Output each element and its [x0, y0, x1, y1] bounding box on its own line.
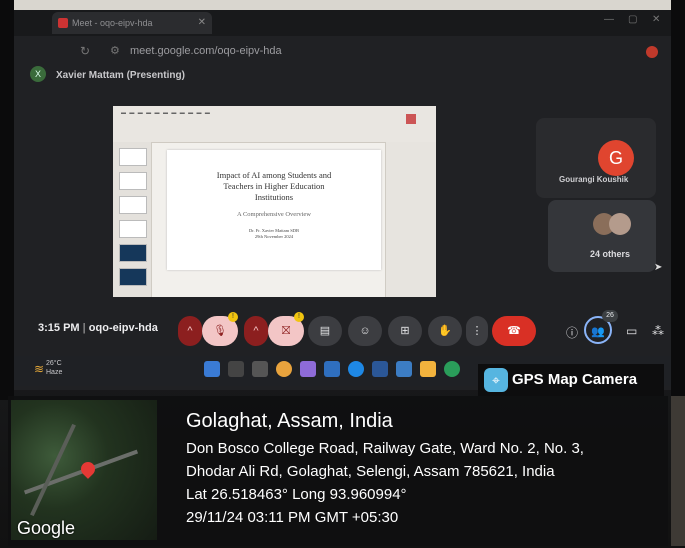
address-bar: ↻ ⚙ meet.google.com/oqo-eipv-hda [14, 36, 671, 70]
map-pin-icon: ⌖ [484, 368, 508, 392]
design-pane [385, 142, 436, 297]
map-thumbnail: Google [11, 400, 157, 540]
video-options-button[interactable]: ^ [244, 316, 268, 346]
slide-author-block: Dr. Fr. Xavier Mattam SDB 29th November … [167, 228, 381, 240]
others-count: 24 others [590, 249, 631, 259]
window-close-icon[interactable]: ✕ [652, 14, 660, 25]
others-avatars [593, 213, 633, 237]
mouse-cursor-icon: ➤ [654, 262, 663, 273]
location-title: Golaghat, Assam, India [186, 410, 393, 432]
copilot-icon[interactable] [300, 361, 316, 377]
avatar [609, 213, 631, 235]
more-options-button[interactable]: ⋮ [466, 316, 488, 346]
weather-widget[interactable]: 26°C Haze [46, 359, 62, 377]
coordinates: Lat 26.518463° Long 93.960994° [186, 486, 407, 503]
start-icon[interactable] [204, 361, 220, 377]
map-road [30, 423, 76, 517]
camera-warning-badge: ! [294, 312, 304, 322]
slide-thumbnail [119, 196, 147, 214]
meeting-time-code: 3:15 PM | oqo-eipv-hda [38, 322, 158, 334]
url-field[interactable]: meet.google.com/oqo-eipv-hda [130, 45, 282, 57]
participant-avatar: G [598, 140, 634, 176]
shared-screen: ▬ ▬ ▬ ▬ ▬ ▬ ▬ ▬ ▬ ▬ ▬ Impact of AI among… [113, 106, 436, 297]
map-attribution: Google [17, 518, 76, 538]
chat-icon[interactable]: ▭ [626, 324, 637, 338]
slide-thumbnail [119, 268, 147, 286]
datetime-stamp: 29/11/24 03:11 PM GMT +05:30 [186, 509, 399, 526]
presenter-avatar: X [30, 66, 46, 82]
emoji-button[interactable]: ☺ [348, 316, 382, 346]
weather-condition: Haze [46, 369, 63, 376]
address-line-2: Dhodar Ali Rd, Golaghat, Selengi, Assam … [186, 463, 555, 480]
laptop-bezel-left [0, 0, 14, 400]
profile-avatar[interactable] [646, 46, 658, 58]
file-explorer-icon[interactable] [420, 361, 436, 377]
mic-warning-badge: ! [228, 312, 238, 322]
laptop-bezel-right [671, 0, 685, 400]
photo: Meet - oqo-eipv-hda ✕ — ▢ ✕ ↻ ⚙ meet.goo… [0, 0, 685, 548]
task-view-icon[interactable] [252, 361, 268, 377]
info-icon[interactable]: ⓘ [566, 324, 578, 341]
app-icon[interactable] [444, 361, 460, 377]
leave-call-button[interactable]: ☎ [492, 316, 536, 346]
tab-title: Meet - oqo-eipv-hda [72, 18, 153, 28]
app-icon[interactable] [324, 361, 340, 377]
browser-tab[interactable]: Meet - oqo-eipv-hda ✕ [52, 12, 212, 34]
audio-options-button[interactable]: ^ [178, 316, 202, 346]
slide-thumbnail [119, 220, 147, 238]
meet-favicon-icon [58, 18, 68, 28]
captions-button[interactable]: ▤ [308, 316, 342, 346]
close-icon[interactable]: ✕ [198, 12, 206, 34]
gps-app-name: GPS Map Camera [512, 371, 638, 388]
slide-title: Impact of AI among Students and Teachers… [216, 170, 332, 202]
meeting-time: 3:15 PM [38, 322, 80, 334]
raise-hand-button[interactable]: ✋ [428, 316, 462, 346]
activities-icon[interactable]: ⁂ [652, 324, 664, 338]
slide-subtitle: A Comprehensive Overview [236, 211, 311, 218]
haze-icon: ≋ [34, 362, 45, 376]
meet-control-bar: 3:15 PM | oqo-eipv-hda ^ 🎙 ! ^ ⛝ ! ▤ ☺ ⊞… [14, 310, 671, 354]
slide-thumbnail [119, 172, 147, 190]
edge-icon[interactable] [348, 361, 364, 377]
laptop-bezel-top [0, 0, 685, 10]
current-slide: Impact of AI among Students and Teachers… [167, 150, 381, 270]
meeting-code: oqo-eipv-hda [88, 322, 158, 334]
slide-thumbnails [113, 142, 152, 297]
refresh-icon[interactable]: ↻ [80, 44, 90, 58]
address-line-1: Don Bosco College Road, Railway Gate, Wa… [186, 440, 584, 457]
chrome-icon[interactable] [276, 361, 292, 377]
powerpoint-ribbon: ▬ ▬ ▬ ▬ ▬ ▬ ▬ ▬ ▬ ▬ ▬ [113, 106, 436, 143]
search-icon[interactable] [228, 361, 244, 377]
participant-name: Gourangi Koushik [559, 175, 629, 184]
presenter-label: Xavier Mattam (Presenting) [56, 70, 185, 81]
background-surface [671, 396, 685, 546]
participant-tile [536, 118, 656, 198]
gps-app-badge: ⌖ GPS Map Camera [478, 364, 664, 396]
temperature: 26°C [46, 360, 62, 367]
camera-app-icon[interactable] [396, 361, 412, 377]
maximize-icon[interactable]: ▢ [628, 14, 637, 25]
site-info-icon[interactable]: ⚙ [110, 44, 120, 57]
present-button[interactable]: ⊞ [388, 316, 422, 346]
record-icon [406, 114, 416, 124]
minimize-icon[interactable]: — [604, 14, 614, 25]
slide-thumbnail [119, 244, 147, 262]
location-overlay: Google Golaghat, Assam, India Don Bosco … [8, 396, 668, 546]
ribbon-tabs-icon: ▬ ▬ ▬ ▬ ▬ ▬ ▬ ▬ ▬ ▬ ▬ [121, 110, 211, 116]
location-pin-icon [78, 459, 98, 479]
app-icon[interactable] [372, 361, 388, 377]
people-count-badge: 26 [602, 310, 618, 322]
slide-thumbnail [119, 148, 147, 166]
browser-tab-bar: Meet - oqo-eipv-hda ✕ — ▢ ✕ [14, 10, 671, 36]
slide-date: 29th November 2024 [254, 234, 294, 239]
